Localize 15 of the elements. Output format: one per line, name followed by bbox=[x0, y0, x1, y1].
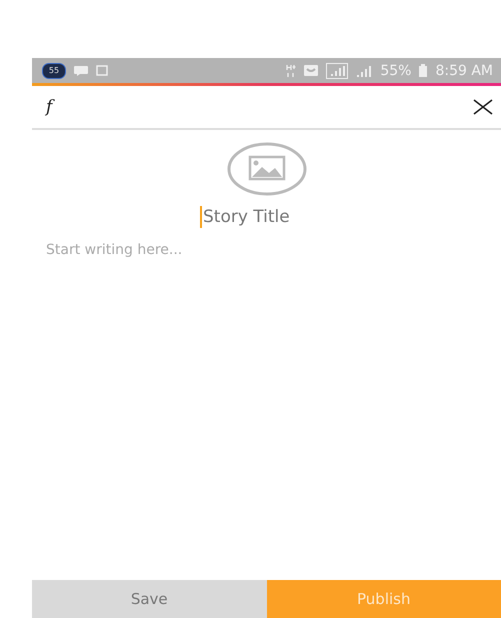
title-field[interactable]: Story Title bbox=[202, 207, 333, 227]
battery-percent: 55% bbox=[380, 62, 412, 78]
notification-badge: 55 bbox=[42, 62, 66, 78]
format-button[interactable]: f bbox=[46, 97, 52, 117]
signal-icon bbox=[326, 62, 348, 78]
network-icon bbox=[286, 64, 296, 78]
battery-icon bbox=[419, 64, 428, 77]
signal-icon bbox=[356, 64, 372, 78]
mail-icon bbox=[304, 65, 318, 76]
body-field[interactable]: Start writing here... bbox=[46, 242, 501, 258]
clock: 8:59 AM bbox=[435, 62, 493, 78]
publish-button[interactable]: Publish bbox=[266, 580, 501, 618]
close-icon[interactable] bbox=[473, 97, 493, 117]
save-button[interactable]: Save bbox=[32, 580, 266, 618]
message-icon bbox=[74, 66, 88, 76]
